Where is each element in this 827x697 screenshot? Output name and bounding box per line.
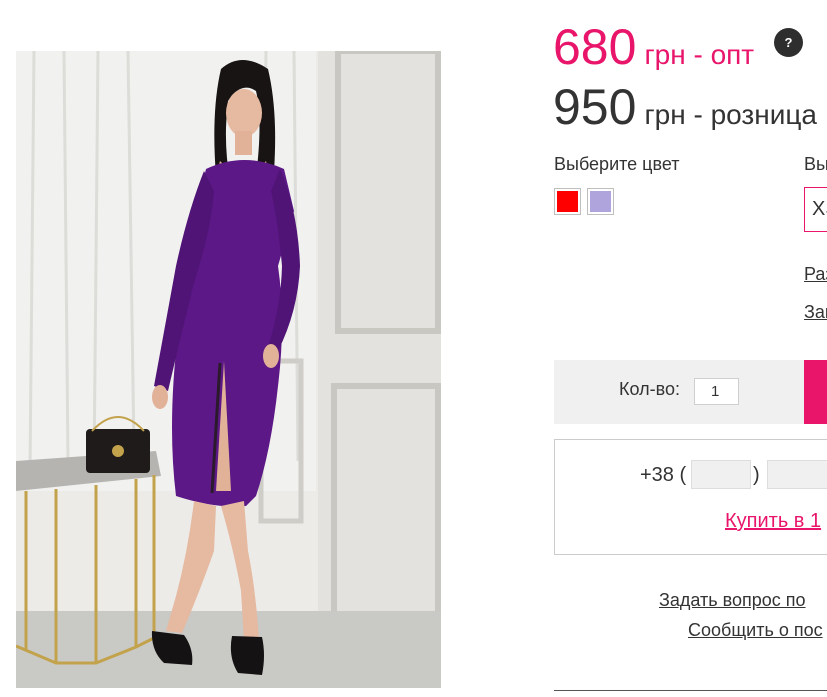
wholesale-price-label: грн - опт xyxy=(644,39,755,70)
price-help-icon[interactable]: ? xyxy=(774,28,803,57)
phone-number-input[interactable] xyxy=(767,460,827,489)
retail-price-amount: 950 xyxy=(553,79,637,135)
report-link[interactable]: Сообщить о пос xyxy=(688,620,823,641)
size-option-xs[interactable]: XS xyxy=(804,187,827,232)
add-to-cart-button[interactable] xyxy=(804,360,827,424)
buy-one-click-link[interactable]: Купить в 1 xyxy=(725,510,821,533)
product-photo[interactable] xyxy=(16,51,441,688)
divider xyxy=(554,690,827,691)
size-label: Вы xyxy=(804,154,827,174)
ask-question-link[interactable]: Задать вопрос по xyxy=(659,590,806,611)
phone-code-input[interactable] xyxy=(691,460,751,489)
color-label: Выберите цвет xyxy=(554,154,680,174)
quantity-label: Кол-во: xyxy=(619,379,680,399)
wholesale-price: 680 грн - опт xyxy=(553,22,754,72)
quantity-input[interactable] xyxy=(694,378,739,405)
one-click-box: +38 ( ) Купить в 1 xyxy=(554,439,827,555)
phone-prefix: +38 ( xyxy=(640,464,687,486)
color-swatch-lavender[interactable] xyxy=(587,188,614,215)
request-link[interactable]: Зап xyxy=(804,302,827,323)
wholesale-price-amount: 680 xyxy=(553,19,637,75)
phone-paren: ) xyxy=(753,464,760,486)
color-swatch-red[interactable] xyxy=(554,188,581,215)
dress-illustration xyxy=(16,51,441,688)
quantity-bar: Кол-во: xyxy=(554,360,827,424)
size-chart-link[interactable]: Раз xyxy=(804,264,827,285)
retail-price: 950 грн - розница xyxy=(553,82,817,132)
retail-price-label: грн - розница xyxy=(644,99,817,130)
